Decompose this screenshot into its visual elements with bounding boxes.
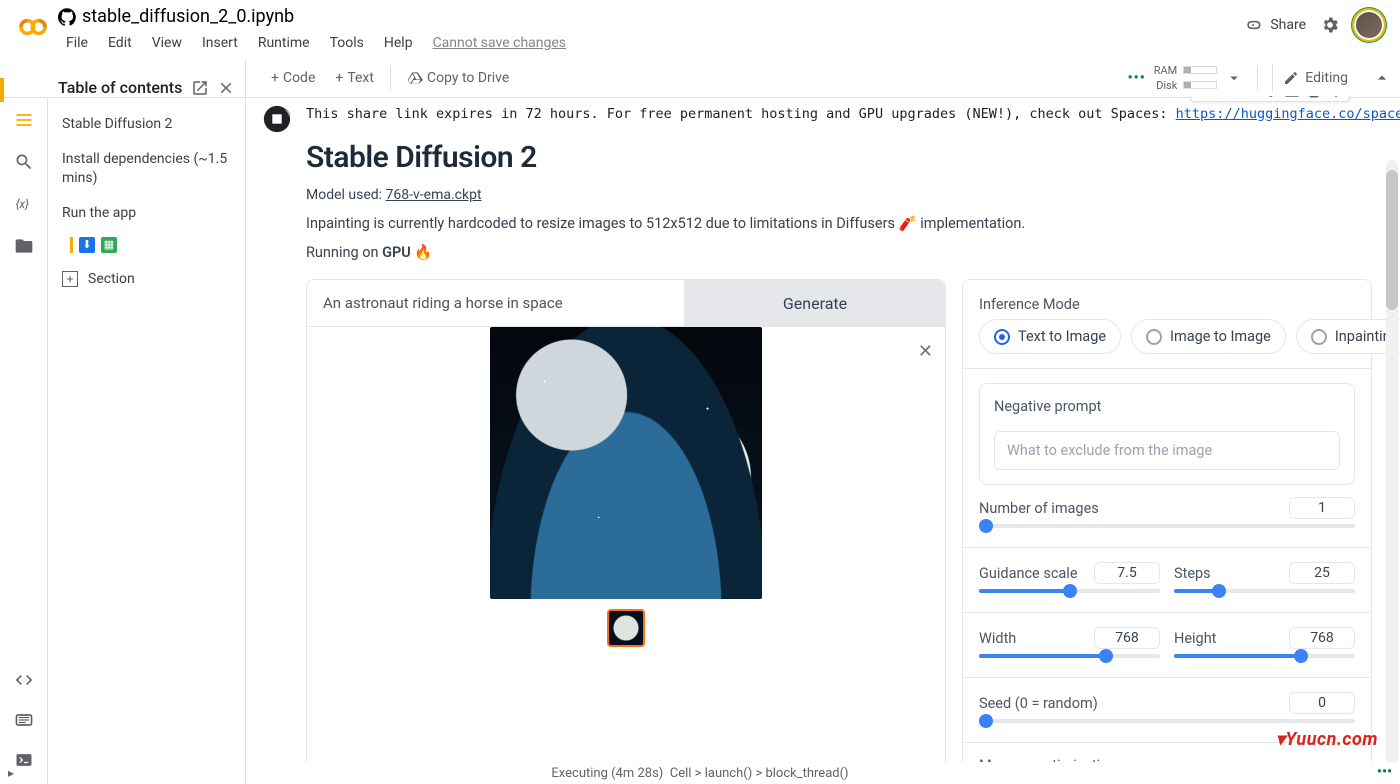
colab-logo xyxy=(14,8,52,46)
model-link[interactable]: 768-v-ema.ckpt xyxy=(386,187,482,203)
width-value[interactable]: 768 xyxy=(1094,627,1160,649)
save-notice: Cannot save changes xyxy=(425,31,574,55)
running-on: Running on GPU 🔥 xyxy=(306,244,1372,261)
width-group: Width768 xyxy=(979,627,1160,663)
seed-value[interactable]: 0 xyxy=(1289,692,1355,714)
app-title: Stable Diffusion 2 xyxy=(306,140,1372,175)
output-thumbnail[interactable] xyxy=(607,609,645,647)
plus-icon: + xyxy=(62,271,78,287)
status-path: Cell > launch() > block_thread() xyxy=(670,766,849,781)
menu-view[interactable]: View xyxy=(144,31,190,55)
svg-text:{x}: {x} xyxy=(15,197,28,211)
prompt-input[interactable]: An astronaut riding a horse in space xyxy=(307,280,685,326)
guidance-group: Guidance scale7.5 xyxy=(979,562,1160,598)
negative-prompt-group: Negative prompt What to exclude from the… xyxy=(979,383,1355,485)
header: stable_diffusion_2_0.ipynb File Edit Vie… xyxy=(0,0,1400,58)
code-cell: This share link expires in 72 hours. For… xyxy=(266,106,1372,762)
toc-icon[interactable] xyxy=(14,110,34,130)
seed-slider[interactable] xyxy=(979,714,1355,728)
steps-group: Steps25 xyxy=(1174,562,1355,598)
move-down-icon[interactable] xyxy=(1217,96,1235,99)
variables-icon[interactable]: {x} xyxy=(14,194,34,214)
num-images-slider[interactable] xyxy=(979,519,1355,533)
generate-button[interactable]: Generate xyxy=(685,280,945,326)
scrollbar-thumb[interactable] xyxy=(1386,170,1398,310)
steps-value[interactable]: 25 xyxy=(1289,562,1355,584)
sidebar: Table of contents Stable Diffusion 2 Ins… xyxy=(48,60,246,784)
negative-prompt-input[interactable]: What to exclude from the image xyxy=(994,431,1340,470)
menu-tools[interactable]: Tools xyxy=(322,31,372,55)
mode-inpainting[interactable]: Inpainting xyxy=(1296,319,1400,354)
mode-image-to-image[interactable]: Image to Image xyxy=(1131,319,1286,354)
mode-text-to-image[interactable]: Text to Image xyxy=(979,319,1121,354)
link-icon xyxy=(1244,15,1264,35)
add-section-button[interactable]: + Section xyxy=(48,259,245,293)
toc-item-run[interactable]: Run the app xyxy=(48,196,245,231)
command-palette-icon[interactable] xyxy=(14,710,34,730)
height-slider[interactable] xyxy=(1174,649,1355,663)
gallery-close-icon[interactable]: ✕ xyxy=(918,341,933,362)
cell-settings-icon[interactable] xyxy=(1261,96,1279,99)
status-bar: ▸ Executing (4m 28s) Cell > launch() > b… xyxy=(0,762,1400,784)
num-images-value[interactable]: 1 xyxy=(1289,497,1355,519)
menu-help[interactable]: Help xyxy=(376,31,421,55)
more-icon[interactable] xyxy=(1327,96,1345,99)
files-icon[interactable] xyxy=(14,236,34,256)
image-badge-icon: ▦ xyxy=(101,237,117,253)
menu-runtime[interactable]: Runtime xyxy=(250,31,318,55)
main: This share link expires in 72 hours. For… xyxy=(246,60,1400,762)
menu-edit[interactable]: Edit xyxy=(100,31,140,55)
status-executing: Executing (4m 28s) xyxy=(551,766,663,781)
sidebar-title: Table of contents xyxy=(58,78,182,97)
run-cell-button[interactable] xyxy=(262,104,292,134)
menu-file[interactable]: File xyxy=(58,31,96,55)
toc-item-sd2[interactable]: Stable Diffusion 2 xyxy=(48,107,245,142)
guidance-value[interactable]: 7.5 xyxy=(1094,562,1160,584)
output-panel: An astronaut riding a horse in space Gen… xyxy=(306,279,946,762)
toc-item-install[interactable]: Install dependencies (~1.5 mins) xyxy=(48,142,245,196)
gradio-app: Stable Diffusion 2 Model used: 768-v-ema… xyxy=(306,140,1372,762)
settings-panel: Inference Mode Text to Image Image to Im… xyxy=(962,279,1372,762)
cell-toolbar xyxy=(1190,96,1350,102)
inpaint-note: Inpainting is currently hardcoded to res… xyxy=(306,215,1372,232)
delete-cell-icon[interactable] xyxy=(1305,96,1323,99)
toc-item-sub[interactable]: ⬇ ▦ xyxy=(48,231,245,259)
height-value[interactable]: 768 xyxy=(1289,627,1355,649)
seed-group: Seed (0 = random)0 xyxy=(979,692,1355,728)
github-icon xyxy=(58,8,76,26)
height-group: Height768 xyxy=(1174,627,1355,663)
num-images-group: Number of images1 xyxy=(979,497,1355,533)
download-badge-icon: ⬇ xyxy=(79,237,95,253)
inference-mode-label: Inference Mode xyxy=(979,296,1355,313)
share-label: Share xyxy=(1270,17,1306,33)
spaces-link[interactable]: https://huggingface.co/spaces xyxy=(1176,106,1400,122)
mirror-cell-icon[interactable] xyxy=(1283,96,1301,99)
steps-slider[interactable] xyxy=(1174,584,1355,598)
watermark: ▾Yuucn.com xyxy=(1276,729,1378,750)
width-slider[interactable] xyxy=(979,649,1160,663)
status-expand-icon[interactable]: ▸ xyxy=(8,766,14,780)
avatar[interactable] xyxy=(1354,10,1384,40)
cell-link-icon[interactable] xyxy=(1239,96,1257,99)
share-button[interactable]: Share xyxy=(1244,15,1306,35)
cell-output-line: This share link expires in 72 hours. For… xyxy=(306,106,1372,122)
left-gutter: {x} xyxy=(0,98,48,784)
move-up-icon[interactable] xyxy=(1195,96,1213,99)
move-to-tab-icon[interactable] xyxy=(191,79,209,97)
output-image[interactable] xyxy=(490,327,762,599)
code-snippets-icon[interactable] xyxy=(14,670,34,690)
menu-insert[interactable]: Insert xyxy=(194,31,246,55)
gear-icon[interactable] xyxy=(1320,15,1340,35)
search-icon[interactable] xyxy=(14,152,34,172)
notebook-title[interactable]: stable_diffusion_2_0.ipynb xyxy=(82,6,294,27)
close-icon[interactable] xyxy=(217,79,235,97)
menu-bar: File Edit View Insert Runtime Tools Help… xyxy=(58,27,1244,57)
guidance-slider[interactable] xyxy=(979,584,1160,598)
